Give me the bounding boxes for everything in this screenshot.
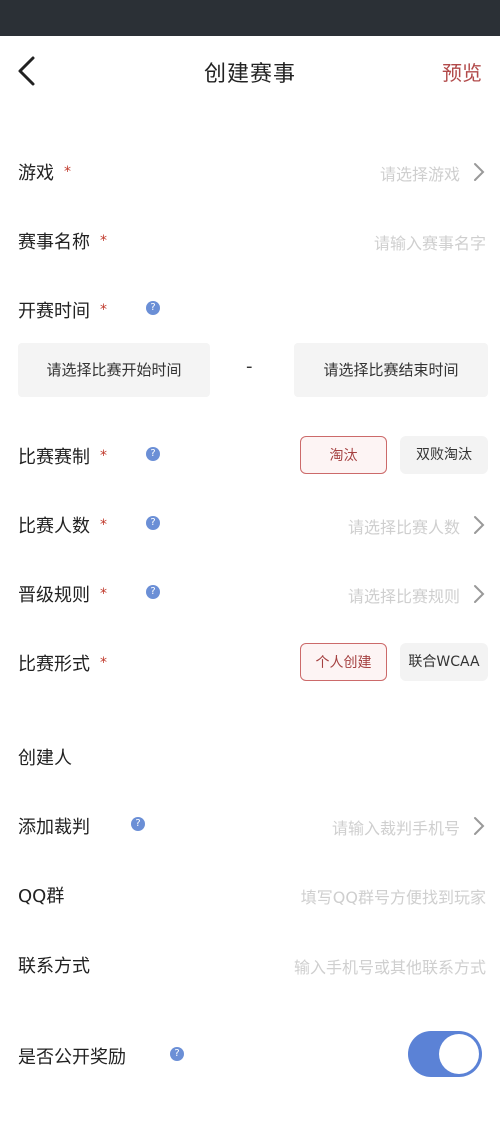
nav-bar: 创建赛事 预览 — [0, 36, 500, 106]
format-option-elimination[interactable]: 淘汰 — [300, 436, 387, 474]
contact-label: 联系方式 — [18, 956, 90, 977]
format-label: 比赛赛制 — [18, 447, 90, 468]
game-row[interactable]: 游戏 * 请选择游戏 — [0, 147, 500, 197]
time-separator: - — [246, 356, 253, 377]
type-label: 比赛形式 — [18, 654, 90, 675]
toggle-knob — [439, 1034, 479, 1074]
players-select[interactable]: 请选择比赛人数 — [348, 514, 460, 538]
end-time-picker[interactable]: 请选择比赛结束时间 — [294, 343, 488, 397]
promotion-label: 晋级规则 — [18, 585, 90, 606]
help-icon[interactable]: ? — [170, 1047, 184, 1061]
game-select[interactable]: 请选择游戏 — [380, 161, 460, 185]
help-icon[interactable]: ? — [131, 817, 145, 831]
preview-button[interactable]: 预览 — [442, 57, 482, 86]
start-time-label: 开赛时间 — [18, 301, 90, 322]
promotion-select[interactable]: 请选择比赛规则 — [348, 583, 460, 607]
chevron-right-icon[interactable] — [472, 162, 486, 182]
name-label: 赛事名称 — [18, 232, 90, 253]
help-icon[interactable]: ? — [146, 301, 160, 315]
type-option-wcaa[interactable]: 联合WCAA — [400, 643, 488, 681]
game-label: 游戏 — [18, 163, 54, 184]
creator-label: 创建人 — [18, 748, 72, 769]
required-mark: * — [100, 517, 107, 533]
contact-row: 联系方式 输入手机号或其他联系方式 — [0, 940, 500, 990]
name-input[interactable]: 请输入赛事名字 — [374, 230, 486, 254]
required-mark: * — [100, 655, 107, 671]
help-icon[interactable]: ? — [146, 516, 160, 530]
chevron-right-icon[interactable] — [472, 816, 486, 836]
status-bar — [0, 0, 500, 36]
chevron-right-icon[interactable] — [472, 584, 486, 604]
required-mark: * — [100, 233, 107, 249]
players-row[interactable]: 比赛人数 * ? 请选择比赛人数 — [0, 500, 500, 550]
creator-row: 创建人 — [0, 732, 500, 782]
contact-input[interactable]: 输入手机号或其他联系方式 — [294, 954, 486, 978]
format-option-double-elimination[interactable]: 双败淘汰 — [400, 436, 488, 474]
required-mark: * — [100, 302, 107, 318]
qq-label: QQ群 — [18, 886, 65, 907]
required-mark: * — [100, 586, 107, 602]
help-icon[interactable]: ? — [146, 585, 160, 599]
referee-label: 添加裁判 — [18, 817, 90, 838]
promotion-row[interactable]: 晋级规则 * ? 请选择比赛规则 — [0, 569, 500, 619]
name-row: 赛事名称 * 请输入赛事名字 — [0, 216, 500, 266]
players-label: 比赛人数 — [18, 516, 90, 537]
qq-row: QQ群 填写QQ群号方便找到玩家 — [0, 870, 500, 920]
public-reward-toggle[interactable] — [408, 1031, 482, 1077]
required-mark: * — [100, 448, 107, 464]
help-icon[interactable]: ? — [146, 447, 160, 461]
start-time-row: 开赛时间 * ? — [0, 285, 500, 335]
public-reward-label: 是否公开奖励 — [18, 1047, 126, 1068]
start-time-picker[interactable]: 请选择比赛开始时间 — [18, 343, 210, 397]
referee-row: 添加裁判 ? 请输入裁判手机号 — [0, 801, 500, 851]
required-mark: * — [64, 164, 71, 180]
chevron-right-icon[interactable] — [472, 515, 486, 535]
referee-input[interactable]: 请输入裁判手机号 — [332, 815, 460, 839]
type-option-personal[interactable]: 个人创建 — [300, 643, 387, 681]
qq-input[interactable]: 填写QQ群号方便找到玩家 — [301, 884, 486, 908]
page-title: 创建赛事 — [203, 62, 296, 87]
